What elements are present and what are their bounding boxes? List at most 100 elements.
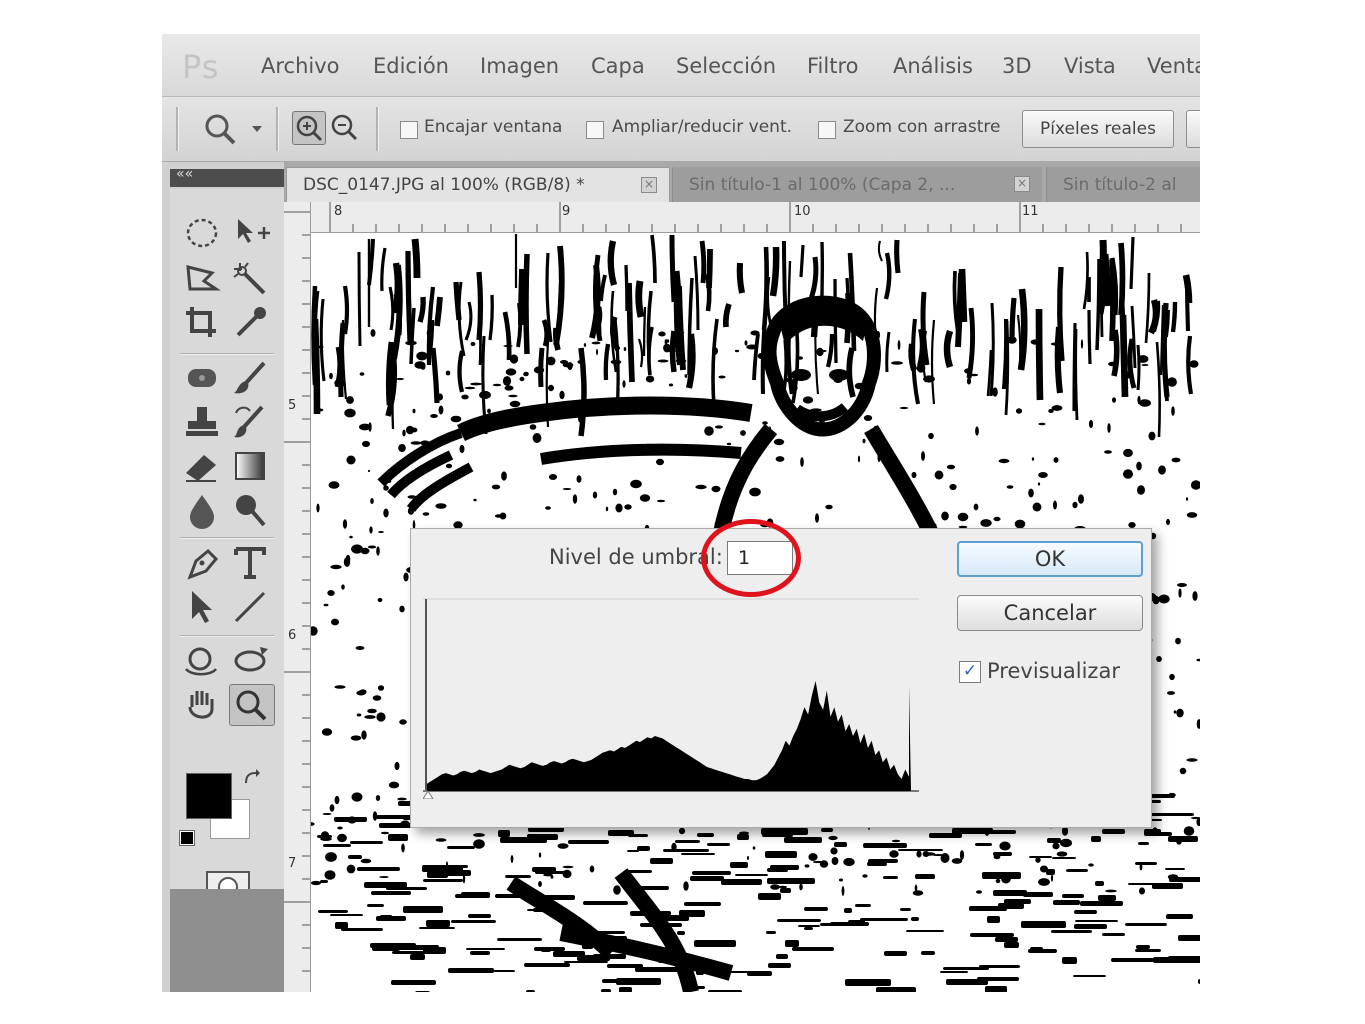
tab-sin-titulo-2[interactable]: Sin título-2 al	[1046, 167, 1200, 202]
texture-speck	[911, 471, 917, 479]
menu-filtro[interactable]: Filtro	[807, 54, 858, 78]
blur-tool[interactable]	[182, 491, 226, 531]
texture-dash	[898, 849, 943, 851]
tab-label: DSC_0147.JPG al 100% (RGB/8) *	[303, 175, 585, 195]
texture-speck	[964, 368, 972, 374]
texture-speck	[351, 792, 363, 802]
menu-vista[interactable]: Vista	[1064, 54, 1116, 78]
texture-dash	[737, 834, 749, 840]
texture-dash	[534, 947, 565, 951]
lasso-tool[interactable]	[182, 259, 226, 299]
texture-speck	[799, 883, 803, 891]
texture-streak	[752, 333, 760, 381]
menu-imagen[interactable]: Imagen	[480, 54, 559, 78]
texture-dash	[466, 948, 505, 950]
texture-streak	[676, 329, 685, 352]
menu-archivo[interactable]: Archivo	[261, 54, 340, 78]
preview-checkbox[interactable]: ✓	[959, 661, 981, 683]
texture-speck	[899, 406, 909, 410]
swap-colors-icon[interactable]	[242, 769, 262, 789]
tools-panel-header[interactable]: ««	[170, 166, 284, 187]
texture-speck	[1104, 450, 1112, 454]
tab-sin-titulo-1[interactable]: Sin título-1 al 100% (Capa 2, ... ×	[672, 167, 1042, 202]
magic-wand-tool[interactable]	[230, 259, 274, 299]
actual-pixels-button[interactable]: Píxeles reales	[1022, 110, 1174, 148]
zoom-tool[interactable]	[229, 684, 275, 726]
elliptical-marquee-tool[interactable]	[182, 213, 226, 253]
texture-dash	[330, 914, 363, 916]
close-tab-icon[interactable]: ×	[1014, 176, 1030, 192]
texture-speck	[331, 618, 339, 626]
threshold-slider-handle[interactable]	[423, 790, 434, 799]
texture-dash	[993, 890, 1027, 896]
path-selection-tool[interactable]	[182, 587, 226, 627]
texture-dash	[334, 817, 367, 822]
brush-tool[interactable]	[230, 359, 274, 399]
texture-dash	[422, 865, 463, 872]
collapse-panel-icon[interactable]: ««	[176, 166, 193, 182]
close-tab-icon[interactable]: ×	[641, 177, 657, 193]
crop-icon	[186, 307, 216, 337]
eraser-tool[interactable]	[182, 447, 226, 487]
tools-panel	[170, 189, 285, 905]
menu-ventana[interactable]: Venta	[1147, 54, 1200, 78]
zoom-out-mode-button[interactable]	[328, 111, 360, 143]
texture-speck	[1167, 377, 1177, 387]
line-icon	[234, 591, 266, 623]
texture-speck	[980, 519, 992, 527]
texture-dash	[758, 893, 781, 900]
texture-speck	[1072, 501, 1078, 509]
photoshop-window: Ps Archivo Edición Imagen Capa Selección…	[162, 34, 1200, 992]
texture-speck	[1006, 485, 1014, 489]
fit-window-checkbox[interactable]	[400, 121, 418, 139]
menu-3d[interactable]: 3D	[1002, 54, 1032, 78]
pen-tool[interactable]	[182, 543, 226, 583]
texture-speck	[750, 330, 760, 336]
3d-orbit-tool[interactable]	[230, 641, 274, 681]
clone-stamp-tool[interactable]	[182, 403, 226, 443]
spot-healing-tool[interactable]	[182, 359, 226, 399]
resize-windows-checkbox[interactable]	[586, 121, 604, 139]
tab-dsc-0147[interactable]: DSC_0147.JPG al 100% (RGB/8) * ×	[286, 167, 670, 202]
texture-speck	[608, 412, 614, 416]
texture-streak	[894, 239, 901, 274]
texture-speck	[345, 554, 351, 564]
history-brush-tool[interactable]	[230, 403, 274, 443]
scrubby-zoom-checkbox[interactable]	[818, 121, 836, 139]
type-tool[interactable]	[230, 543, 274, 583]
texture-speck	[757, 353, 765, 359]
eyedropper-tool[interactable]	[230, 303, 274, 343]
texture-streak	[808, 256, 819, 300]
menu-capa[interactable]: Capa	[591, 54, 645, 78]
texture-dash	[1102, 829, 1125, 834]
cancel-button[interactable]: Cancelar	[957, 595, 1143, 631]
hand-tool[interactable]	[182, 685, 226, 725]
texture-speck	[966, 377, 972, 385]
texture-speck	[612, 488, 618, 496]
zoom-in-mode-button[interactable]	[292, 111, 326, 145]
texture-dash	[583, 901, 628, 905]
foreground-color-swatch[interactable]	[186, 773, 232, 819]
gradient-tool[interactable]	[230, 447, 274, 487]
default-colors-icon[interactable]	[179, 830, 195, 846]
line-tool[interactable]	[230, 587, 274, 627]
menu-seleccion[interactable]: Selección	[676, 54, 776, 78]
menu-edicion[interactable]: Edición	[373, 54, 449, 78]
texture-streak	[342, 285, 350, 335]
ok-button[interactable]: OK	[957, 541, 1143, 577]
texture-dash	[1166, 914, 1193, 919]
3d-rotate-tool[interactable]	[182, 641, 226, 681]
texture-speck	[831, 857, 839, 865]
texture-speck	[1173, 710, 1177, 714]
tool-preset-picker[interactable]	[202, 111, 262, 147]
fit-screen-button[interactable]	[1186, 110, 1200, 148]
texture-speck	[355, 646, 365, 650]
texture-speck	[370, 329, 376, 337]
dodge-tool[interactable]	[230, 491, 274, 531]
texture-dash	[1028, 949, 1057, 953]
move-tool[interactable]	[230, 213, 274, 253]
texture-speck	[711, 485, 721, 493]
crop-tool[interactable]	[182, 303, 226, 343]
menu-analisis[interactable]: Análisis	[893, 54, 973, 78]
texture-streak	[1161, 302, 1170, 398]
